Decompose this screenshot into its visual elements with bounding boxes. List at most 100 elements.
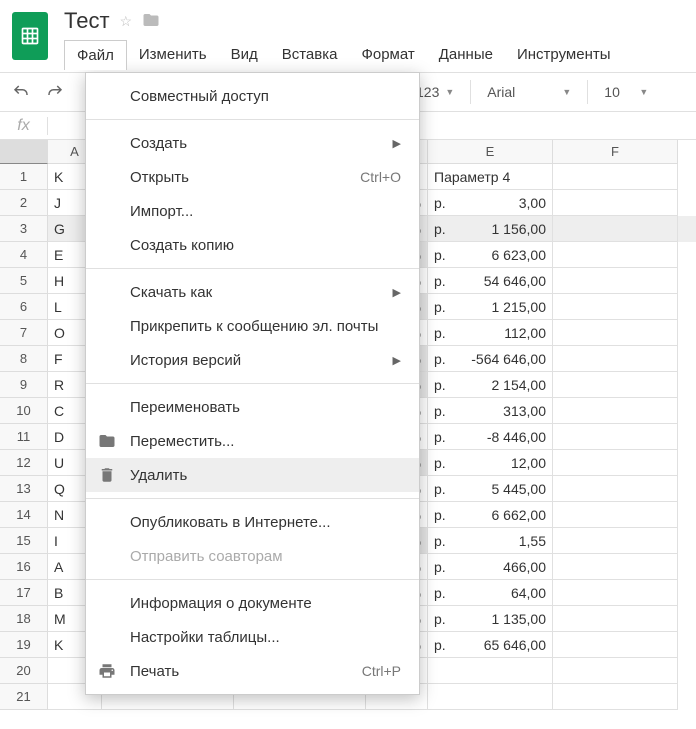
cell[interactable]: р.54 646,00 bbox=[428, 268, 553, 294]
menu-copy[interactable]: Создать копию bbox=[86, 228, 419, 262]
menu-edit[interactable]: Изменить bbox=[127, 40, 219, 70]
cell[interactable]: р.-8 446,00 bbox=[428, 424, 553, 450]
cell[interactable] bbox=[553, 528, 678, 554]
cell[interactable] bbox=[553, 554, 678, 580]
row-header[interactable]: 21 bbox=[0, 684, 48, 710]
file-menu-dropdown: Совместный доступ Создать▶ ОткрытьCtrl+O… bbox=[85, 72, 420, 695]
cell[interactable]: р.-564 646,00 bbox=[428, 346, 553, 372]
cell[interactable] bbox=[553, 372, 678, 398]
row-header[interactable]: 10 bbox=[0, 398, 48, 424]
menu-import[interactable]: Импорт... bbox=[86, 194, 419, 228]
cell[interactable]: р.6 623,00 bbox=[428, 242, 553, 268]
cell[interactable] bbox=[553, 502, 678, 528]
cell[interactable]: Параметр 4 bbox=[428, 164, 553, 190]
cell[interactable]: р.1,55 bbox=[428, 528, 553, 554]
row-header[interactable]: 19 bbox=[0, 632, 48, 658]
cell[interactable]: р.1 135,00 bbox=[428, 606, 553, 632]
row-header[interactable]: 1 bbox=[0, 164, 48, 190]
font-select[interactable]: Arial▼ bbox=[479, 84, 579, 100]
col-header-e[interactable]: E bbox=[428, 140, 553, 164]
menu-email[interactable]: Прикрепить к сообщению эл. почты bbox=[86, 309, 419, 343]
menu-insert[interactable]: Вставка bbox=[270, 40, 350, 70]
cell[interactable] bbox=[553, 242, 678, 268]
folder-icon[interactable] bbox=[142, 11, 160, 32]
cell[interactable] bbox=[553, 398, 678, 424]
cell[interactable] bbox=[553, 632, 678, 658]
cell[interactable] bbox=[428, 658, 553, 684]
cell[interactable]: р.1 156,00 bbox=[428, 216, 553, 242]
row-header[interactable]: 15 bbox=[0, 528, 48, 554]
row-header[interactable]: 5 bbox=[0, 268, 48, 294]
menu-send-coauthors: Отправить соавторам bbox=[86, 539, 419, 573]
row-header[interactable]: 11 bbox=[0, 424, 48, 450]
cell[interactable]: р.112,00 bbox=[428, 320, 553, 346]
sheets-doc-icon bbox=[12, 12, 48, 60]
menu-download[interactable]: Скачать как▶ bbox=[86, 275, 419, 309]
cell[interactable]: р.2 154,00 bbox=[428, 372, 553, 398]
menu-open[interactable]: ОткрытьCtrl+O bbox=[86, 160, 419, 194]
cell[interactable] bbox=[428, 684, 553, 710]
cell[interactable] bbox=[553, 164, 678, 190]
cell[interactable] bbox=[553, 190, 678, 216]
row-header[interactable]: 2 bbox=[0, 190, 48, 216]
cell[interactable]: р.6 662,00 bbox=[428, 502, 553, 528]
trash-icon bbox=[98, 466, 116, 484]
cell[interactable] bbox=[553, 606, 678, 632]
row-header[interactable]: 9 bbox=[0, 372, 48, 398]
menu-tools[interactable]: Инструменты bbox=[505, 40, 623, 70]
cell[interactable] bbox=[553, 346, 678, 372]
menu-publish[interactable]: Опубликовать в Интернете... bbox=[86, 505, 419, 539]
cell[interactable]: р.3,00 bbox=[428, 190, 553, 216]
redo-button[interactable] bbox=[40, 77, 70, 107]
star-icon[interactable]: ☆ bbox=[120, 13, 133, 30]
cell[interactable]: р.313,00 bbox=[428, 398, 553, 424]
cell[interactable] bbox=[553, 684, 678, 710]
row-header[interactable]: 8 bbox=[0, 346, 48, 372]
cell[interactable] bbox=[553, 658, 678, 684]
menu-view[interactable]: Вид bbox=[219, 40, 270, 70]
cell[interactable] bbox=[553, 580, 678, 606]
row-header[interactable]: 6 bbox=[0, 294, 48, 320]
cell[interactable] bbox=[553, 216, 678, 242]
font-size-select[interactable]: 10▼ bbox=[596, 84, 656, 100]
row-header[interactable]: 3 bbox=[0, 216, 48, 242]
cell[interactable] bbox=[553, 320, 678, 346]
menu-print[interactable]: ПечатьCtrl+P bbox=[86, 654, 419, 688]
cell[interactable]: р.65 646,00 bbox=[428, 632, 553, 658]
row-header[interactable]: 14 bbox=[0, 502, 48, 528]
cell[interactable] bbox=[553, 294, 678, 320]
cell[interactable]: р.5 445,00 bbox=[428, 476, 553, 502]
cell[interactable]: р.466,00 bbox=[428, 554, 553, 580]
menu-rename[interactable]: Переименовать bbox=[86, 390, 419, 424]
menu-doc-info[interactable]: Информация о документе bbox=[86, 586, 419, 620]
cell[interactable] bbox=[553, 476, 678, 502]
row-header[interactable]: 16 bbox=[0, 554, 48, 580]
print-icon bbox=[98, 662, 116, 680]
menu-settings[interactable]: Настройки таблицы... bbox=[86, 620, 419, 654]
col-header-f[interactable]: F bbox=[553, 140, 678, 164]
menu-create[interactable]: Создать▶ bbox=[86, 126, 419, 160]
row-header[interactable]: 13 bbox=[0, 476, 48, 502]
row-header[interactable]: 20 bbox=[0, 658, 48, 684]
row-header[interactable]: 7 bbox=[0, 320, 48, 346]
menu-share[interactable]: Совместный доступ bbox=[86, 79, 419, 113]
row-header[interactable]: 12 bbox=[0, 450, 48, 476]
menu-data[interactable]: Данные bbox=[427, 40, 505, 70]
cell[interactable]: р.1 215,00 bbox=[428, 294, 553, 320]
cell[interactable] bbox=[553, 268, 678, 294]
menu-format[interactable]: Формат bbox=[349, 40, 426, 70]
menu-file[interactable]: Файл bbox=[64, 40, 127, 70]
row-header[interactable]: 4 bbox=[0, 242, 48, 268]
row-header[interactable]: 17 bbox=[0, 580, 48, 606]
doc-title[interactable]: Тест bbox=[64, 8, 110, 34]
cell[interactable] bbox=[553, 424, 678, 450]
menu-versions[interactable]: История версий▶ bbox=[86, 343, 419, 377]
menu-move[interactable]: Переместить... bbox=[86, 424, 419, 458]
cell[interactable] bbox=[553, 450, 678, 476]
select-all-corner[interactable] bbox=[0, 140, 48, 164]
cell[interactable]: р.12,00 bbox=[428, 450, 553, 476]
cell[interactable]: р.64,00 bbox=[428, 580, 553, 606]
row-header[interactable]: 18 bbox=[0, 606, 48, 632]
undo-button[interactable] bbox=[6, 77, 36, 107]
menu-delete[interactable]: Удалить bbox=[86, 458, 419, 492]
